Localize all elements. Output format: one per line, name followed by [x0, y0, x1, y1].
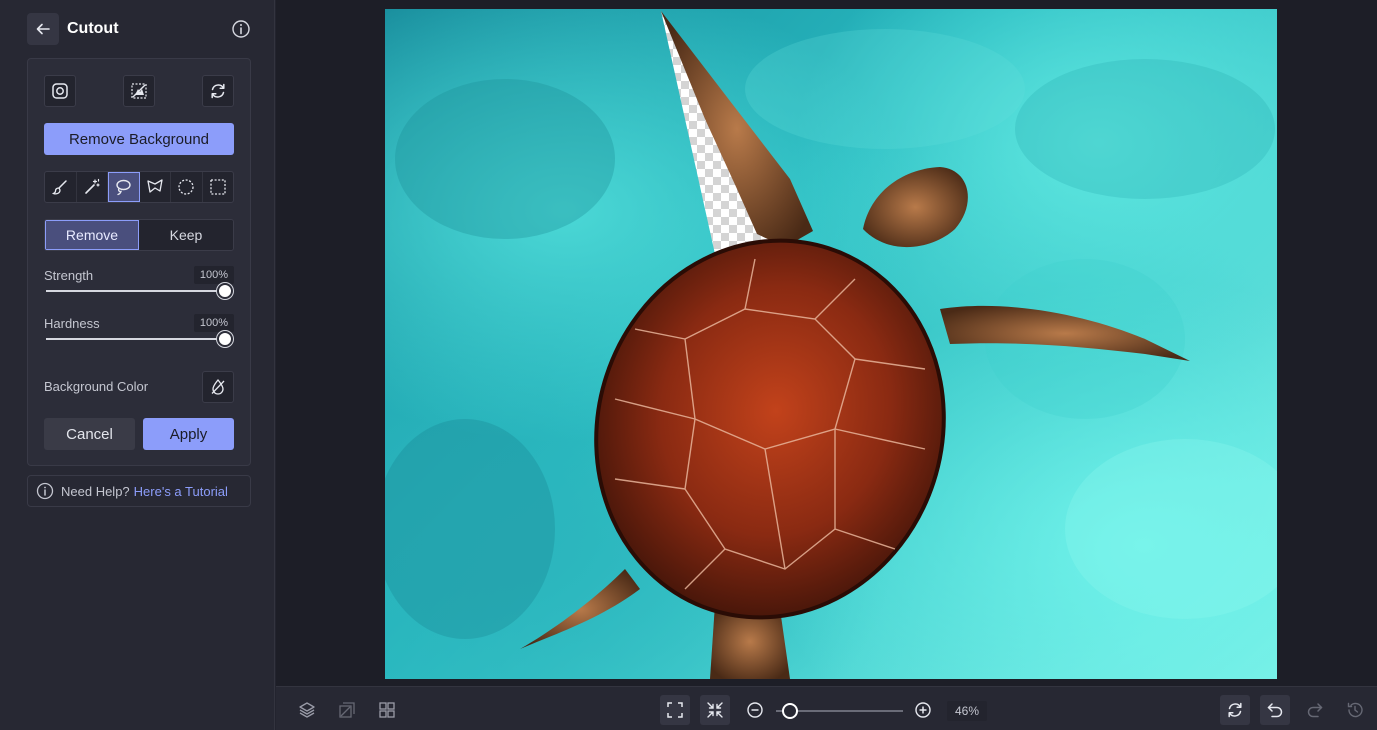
compare-icon [339, 702, 355, 718]
fit-screen-button[interactable] [660, 695, 690, 725]
hardness-value[interactable]: 100% [194, 314, 234, 332]
hardness-label: Hardness [44, 316, 100, 331]
zoom-in-icon [915, 702, 931, 718]
instagram-button[interactable] [44, 75, 76, 107]
remove-background-button[interactable]: Remove Background [44, 123, 234, 155]
layers-button[interactable] [292, 695, 322, 725]
compare-button[interactable] [332, 695, 362, 725]
cutout-actions [44, 75, 235, 107]
strength-slider: Strength 100% [44, 266, 234, 308]
strength-value[interactable]: 100% [194, 266, 234, 284]
redo-button[interactable] [1300, 695, 1330, 725]
history-button[interactable] [1340, 695, 1370, 725]
magic-wand-icon [84, 178, 100, 194]
cancel-button[interactable]: Cancel [44, 418, 135, 450]
sidebar: Cutout Remove Background Remove Keep Str… [0, 0, 275, 730]
tutorial-link[interactable]: Here's a Tutorial [134, 484, 228, 499]
apply-button[interactable]: Apply [143, 418, 234, 450]
actual-size-button[interactable] [700, 695, 730, 725]
mode-remove-option[interactable]: Remove [45, 220, 139, 250]
canvas-area [276, 0, 1377, 686]
remove-keep-toggle: Remove Keep [44, 219, 234, 251]
grid-button[interactable] [372, 695, 402, 725]
strength-label: Strength [44, 268, 94, 283]
strength-thumb[interactable] [217, 283, 233, 299]
photo-canvas[interactable] [385, 9, 1277, 679]
cutout-tools [44, 171, 234, 203]
info-icon [36, 482, 54, 500]
layers-icon [299, 702, 315, 718]
help-box: Need Help? Here's a Tutorial [27, 475, 251, 507]
tool-polygon-lasso[interactable] [140, 172, 171, 202]
bottom-toolbar: 46% [276, 686, 1377, 730]
cutout-panel: Remove Background Remove Keep Strength 1… [27, 58, 251, 466]
zoom-in-button[interactable] [908, 695, 938, 725]
no-color-icon [211, 378, 225, 395]
refresh-icon [1228, 702, 1242, 718]
lasso-icon [116, 179, 131, 196]
rotate-button[interactable] [1220, 695, 1250, 725]
polygon-lasso-icon [147, 179, 163, 193]
undo-icon [1267, 703, 1283, 718]
ellipse-select-icon [178, 179, 194, 195]
back-button[interactable] [27, 13, 59, 45]
tool-rect-select[interactable] [203, 172, 234, 202]
auto-cutout-button[interactable] [123, 75, 155, 107]
brush-icon [52, 180, 67, 195]
zoom-slider-thumb[interactable] [782, 703, 798, 719]
refresh-icon [211, 83, 225, 99]
redo-icon [1307, 703, 1323, 718]
mode-keep-option[interactable]: Keep [139, 220, 233, 250]
expand-icon [667, 702, 683, 718]
tool-ellipse-select[interactable] [171, 172, 203, 202]
hardness-track[interactable] [46, 338, 226, 340]
rect-select-icon [210, 179, 226, 195]
hardness-slider: Hardness 100% [44, 314, 234, 356]
sidebar-header: Cutout [27, 13, 251, 45]
background-color-button[interactable] [202, 371, 234, 403]
tool-magic-wand[interactable] [77, 172, 108, 202]
reset-button[interactable] [202, 75, 234, 107]
turtle-photo [385, 11, 1277, 679]
zoom-value[interactable]: 46% [947, 701, 987, 721]
tool-brush[interactable] [45, 172, 77, 202]
help-text: Need Help? [61, 483, 130, 499]
history-icon [1347, 702, 1363, 718]
zoom-out-icon [747, 702, 763, 718]
zoom-out-button[interactable] [740, 695, 770, 725]
shrink-icon [707, 702, 723, 718]
hardness-thumb[interactable] [217, 331, 233, 347]
cutout-editor: Cutout Remove Background Remove Keep Str… [0, 0, 1377, 730]
undo-button[interactable] [1260, 695, 1290, 725]
cutout-subject-icon [131, 83, 147, 99]
instagram-icon [52, 83, 68, 99]
info-icon[interactable] [231, 19, 251, 39]
panel-title: Cutout [67, 20, 119, 37]
arrow-left-icon [36, 23, 50, 35]
tool-lasso[interactable] [108, 172, 140, 202]
background-color-label: Background Color [44, 379, 149, 394]
strength-track[interactable] [46, 290, 226, 292]
grid-icon [379, 702, 395, 718]
